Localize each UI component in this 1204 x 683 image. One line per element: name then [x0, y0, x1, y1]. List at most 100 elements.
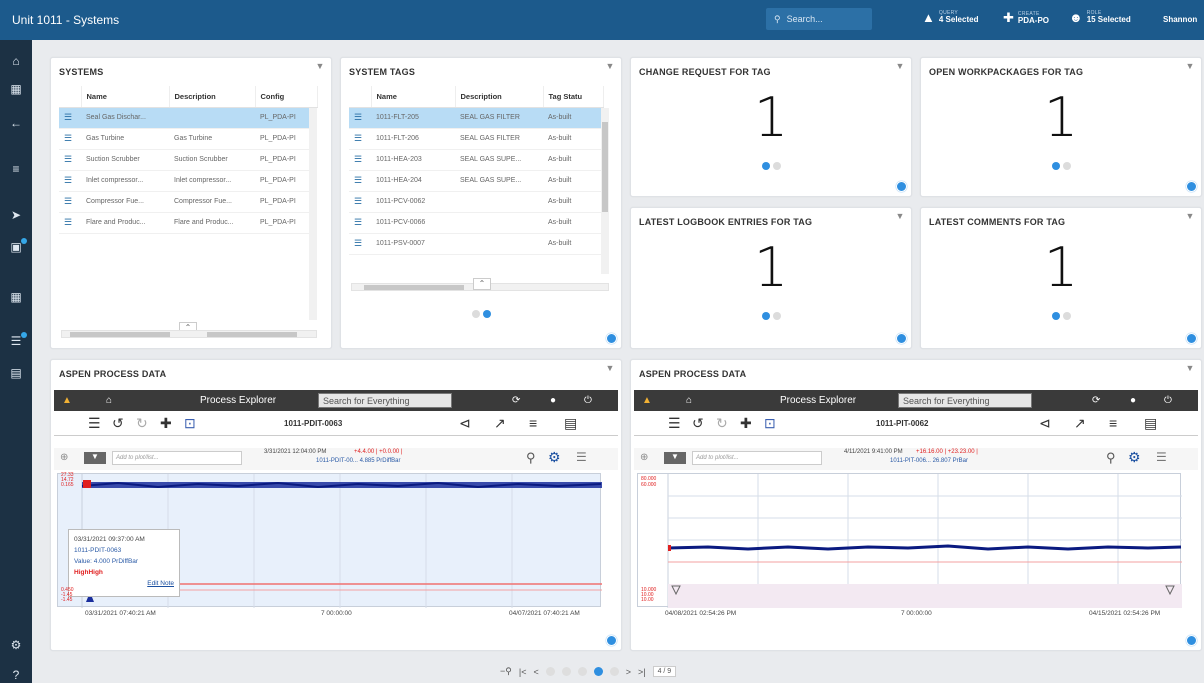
- edit-note-link[interactable]: Edit Note: [74, 578, 174, 589]
- tasks-icon[interactable]: ☰: [0, 332, 32, 348]
- upload-icon[interactable]: ▲: [62, 395, 72, 406]
- column-header-description[interactable]: Description: [169, 86, 256, 108]
- row-menu-icon[interactable]: ☰: [64, 133, 72, 143]
- list-icon[interactable]: ≡: [0, 162, 32, 176]
- table-row[interactable]: ☰ 1011-HEA-204 SEAL GAS SUPE... As-built: [349, 170, 603, 192]
- row-menu-icon[interactable]: ☰: [64, 112, 72, 122]
- forward-circle-icon[interactable]: ↻: [716, 415, 728, 432]
- column-header-config[interactable]: Config: [255, 86, 318, 108]
- row-menu-icon[interactable]: ☰: [64, 154, 72, 164]
- table-row[interactable]: ☰ 1011-FLT-205 SEAL GAS FILTER As-built: [349, 107, 603, 129]
- page-dot-active[interactable]: [482, 310, 491, 318]
- expand-button[interactable]: [1186, 181, 1197, 192]
- process-explorer-search[interactable]: Search for Everything: [898, 393, 1032, 408]
- page-dot[interactable]: [772, 162, 781, 170]
- trend-plot[interactable]: [637, 473, 1182, 608]
- save-icon[interactable]: ▤: [1144, 415, 1157, 432]
- search-chart-icon[interactable]: ⚲: [526, 450, 536, 466]
- zoom-out-icon[interactable]: −⚲: [500, 666, 512, 677]
- page-dots[interactable]: [921, 312, 1201, 320]
- table-row[interactable]: ☰ Suction Scrubber Suction Scrubber PL_PDA-…: [59, 149, 317, 171]
- horizontal-scrollbar[interactable]: [61, 330, 317, 338]
- pin-icon[interactable]: ▼: [605, 363, 615, 373]
- add-icon[interactable]: ✚: [160, 415, 172, 432]
- expand-button[interactable]: [1186, 635, 1197, 646]
- back-arrow-icon[interactable]: ←: [0, 116, 32, 130]
- create-selector[interactable]: ✚ CREATE PDA-PO: [1003, 10, 1049, 26]
- query-selector[interactable]: ▲ QUERY 4 Selected: [922, 10, 978, 25]
- page-dot-active[interactable]: [1051, 162, 1060, 170]
- row-menu-icon[interactable]: ☰: [354, 154, 362, 164]
- pin-icon[interactable]: ▼: [1185, 363, 1195, 373]
- vertical-scrollbar[interactable]: [309, 108, 317, 320]
- column-header-name[interactable]: Name: [81, 86, 170, 108]
- row-menu-icon[interactable]: ☰: [354, 196, 362, 206]
- home-icon[interactable]: ⌂: [0, 54, 32, 68]
- trend-plot[interactable]: 03/31/2021 09:37:00 AM 1011-PDIT-0063 Va…: [57, 473, 602, 608]
- share-icon[interactable]: ⊲: [1039, 415, 1051, 432]
- refresh-icon[interactable]: ⟳: [1092, 395, 1100, 406]
- legend-icon[interactable]: ≡: [529, 415, 537, 431]
- chart-type-icon[interactable]: ↗: [1074, 415, 1086, 432]
- row-menu-icon[interactable]: ☰: [354, 175, 362, 185]
- fit-icon[interactable]: ⊡: [184, 415, 196, 432]
- collapse-chevron-icon[interactable]: ⌃: [473, 278, 491, 290]
- lightbulb-icon[interactable]: ●: [1130, 395, 1136, 406]
- filter-dropdown[interactable]: ▼: [84, 452, 106, 464]
- first-page-icon[interactable]: |<: [519, 667, 527, 677]
- page-dots[interactable]: [921, 162, 1201, 170]
- settings-gear-icon[interactable]: ⚙: [1128, 449, 1141, 466]
- expand-button[interactable]: [896, 181, 907, 192]
- help-icon[interactable]: ?: [0, 668, 32, 682]
- pin-icon[interactable]: ▼: [605, 61, 615, 71]
- expand-button[interactable]: [896, 333, 907, 344]
- vertical-scrollbar[interactable]: [601, 108, 609, 274]
- last-page-icon[interactable]: >|: [638, 667, 646, 677]
- table-row[interactable]: ☰ 1011-FLT-206 SEAL GAS FILTER As-built: [349, 128, 603, 150]
- forward-circle-icon[interactable]: ↻: [136, 415, 148, 432]
- fit-icon[interactable]: ⊡: [764, 415, 776, 432]
- row-menu-icon[interactable]: ☰: [64, 196, 72, 206]
- role-selector[interactable]: ☻ ROLE 15 Selected: [1069, 10, 1131, 25]
- home-icon[interactable]: ⌂: [106, 395, 112, 406]
- table-row[interactable]: ☰ 1011-HEA-203 SEAL GAS SUPE... As-built: [349, 149, 603, 171]
- page-dots[interactable]: [631, 312, 911, 320]
- expand-button[interactable]: [606, 333, 617, 344]
- page-dot-active[interactable]: [593, 667, 603, 676]
- power-icon[interactable]: ⏻: [1164, 395, 1172, 406]
- pin-icon[interactable]: ▼: [1185, 61, 1195, 71]
- pin-icon[interactable]: ▼: [895, 61, 905, 71]
- next-page-icon[interactable]: >: [626, 667, 631, 677]
- page-dot[interactable]: [577, 667, 587, 676]
- row-menu-icon[interactable]: ☰: [354, 112, 362, 122]
- page-dot[interactable]: [471, 310, 480, 318]
- save-icon[interactable]: ▤: [564, 415, 577, 432]
- pin-icon[interactable]: ▼: [315, 61, 325, 71]
- search-chart-icon[interactable]: ⚲: [1106, 450, 1116, 466]
- expand-button[interactable]: [1186, 333, 1197, 344]
- add-to-plot-input[interactable]: Add to plot/list...: [692, 451, 822, 465]
- page-dot[interactable]: [1062, 162, 1071, 170]
- table-row[interactable]: ☰ 1011-PSV-0007 As-built: [349, 233, 603, 255]
- user-menu[interactable]: Shannon: [1163, 15, 1197, 24]
- table-row[interactable]: ☰ Compressor Fue... Compressor Fue... PL_PD…: [59, 191, 317, 213]
- page-dots[interactable]: [631, 162, 911, 170]
- menu-icon[interactable]: ☰: [88, 415, 101, 432]
- page-dot[interactable]: [772, 312, 781, 320]
- power-icon[interactable]: ⏻: [584, 395, 592, 406]
- page-dots[interactable]: [341, 310, 621, 318]
- table-row[interactable]: ☰ Seal Gas Dischar... PL_PDA-PI: [59, 107, 317, 129]
- pin-icon[interactable]: ▼: [895, 211, 905, 221]
- global-search-input[interactable]: ⚲ Search...: [766, 8, 872, 30]
- legend-toggle-icon[interactable]: ☰: [1156, 450, 1167, 464]
- add-icon[interactable]: ✚: [740, 415, 752, 432]
- add-to-plot-input[interactable]: Add to plot/list...: [112, 451, 242, 465]
- row-menu-icon[interactable]: ☰: [354, 217, 362, 227]
- lightbulb-icon[interactable]: ●: [550, 395, 556, 406]
- page-dot[interactable]: [545, 667, 555, 676]
- back-circle-icon[interactable]: ↺: [112, 415, 124, 432]
- zoom-icon[interactable]: ⊕: [60, 452, 68, 463]
- chart-type-icon[interactable]: ↗: [494, 415, 506, 432]
- table-row[interactable]: ☰ 1011-PCV-0062 As-built: [349, 191, 603, 213]
- menu-icon[interactable]: ☰: [668, 415, 681, 432]
